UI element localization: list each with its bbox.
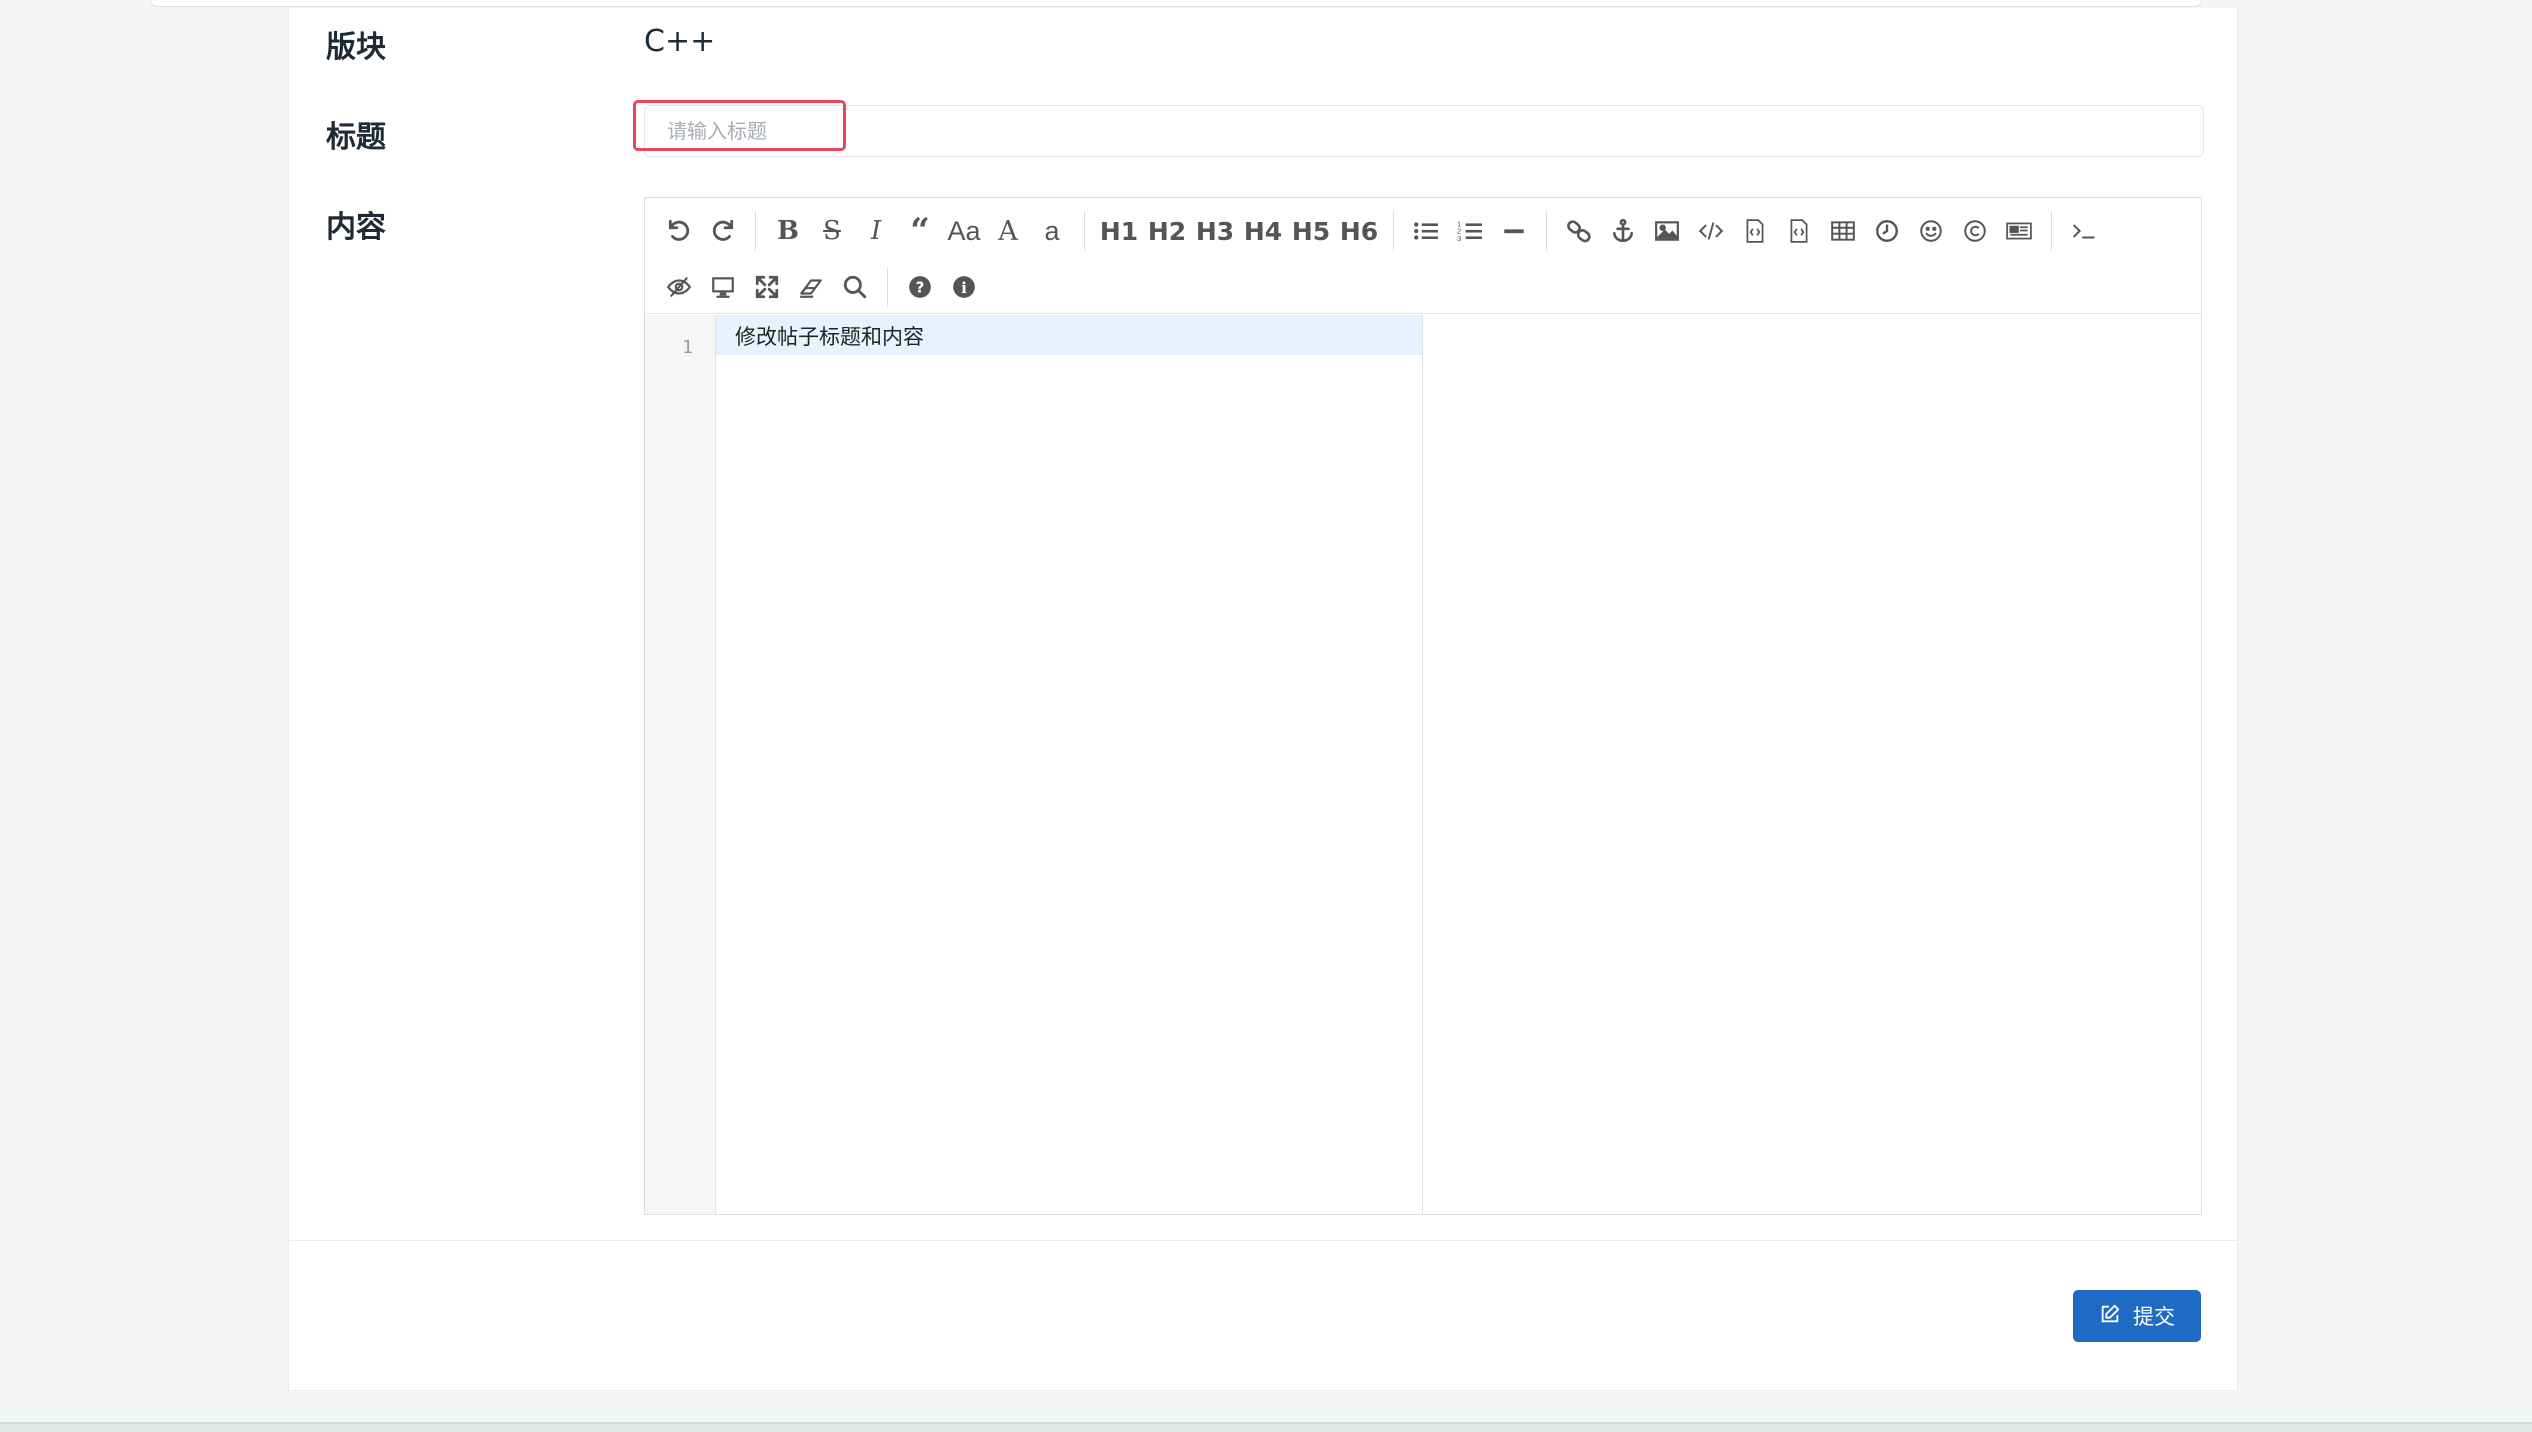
submit-button[interactable]: 提交	[2073, 1290, 2201, 1342]
terminal-icon[interactable]	[2062, 209, 2106, 253]
markdown-preview-pane	[1422, 315, 2201, 1214]
lowercase-icon[interactable]: a	[1030, 209, 1074, 253]
preformatted-code-icon[interactable]	[1777, 209, 1821, 253]
edit-icon	[2099, 1303, 2121, 1330]
bold-icon[interactable]: B	[766, 209, 810, 253]
h4-button[interactable]: H4	[1239, 209, 1287, 253]
ordered-list-icon[interactable]: 123	[1448, 209, 1492, 253]
info-icon[interactable]: i	[942, 265, 986, 309]
submit-label: 提交	[2133, 1305, 2175, 1329]
editor-toolbar: B S I “ Aa A a H1 H2 H3 H4 H5 H6 123 ? i	[645, 198, 2201, 314]
svg-text:?: ?	[916, 278, 925, 296]
svg-text:i: i	[961, 279, 967, 297]
editor-line-text[interactable]: 修改帖子标题和内容	[735, 321, 924, 351]
svg-text:3: 3	[1457, 234, 1461, 243]
h1-button[interactable]: H1	[1095, 209, 1143, 253]
h2-button[interactable]: H2	[1143, 209, 1191, 253]
board-label: 版块	[326, 30, 386, 65]
line-number: 1	[682, 337, 693, 358]
inline-code-icon[interactable]	[1689, 209, 1733, 253]
clear-icon[interactable]	[789, 265, 833, 309]
form-footer-divider	[289, 1240, 2237, 1241]
table-icon[interactable]	[1821, 209, 1865, 253]
image-icon[interactable]	[1645, 209, 1689, 253]
uppercase-icon[interactable]: A	[986, 209, 1030, 253]
italic-icon[interactable]: I	[854, 209, 898, 253]
horizontal-rule-icon[interactable]	[1492, 209, 1536, 253]
post-edit-form: 版块 C++ 标题 内容 B S I “ Aa A a H1	[288, 8, 2238, 1391]
code-block-icon[interactable]	[1733, 209, 1777, 253]
redo-icon[interactable]	[701, 209, 745, 253]
link-icon[interactable]	[1557, 209, 1601, 253]
undo-icon[interactable]	[657, 209, 701, 253]
anchor-icon[interactable]	[1601, 209, 1645, 253]
emoji-icon[interactable]	[1909, 209, 1953, 253]
markdown-input-pane[interactable]: 修改帖子标题和内容	[716, 315, 1422, 1214]
pagebreak-icon[interactable]	[1997, 209, 2041, 253]
quote-icon[interactable]: “	[898, 209, 942, 253]
content-label: 内容	[326, 210, 386, 245]
unordered-list-icon[interactable]	[1404, 209, 1448, 253]
hide-preview-icon[interactable]	[657, 265, 701, 309]
window-bottom-edge	[0, 1422, 2532, 1432]
title-label: 标题	[326, 120, 386, 155]
markdown-editor: B S I “ Aa A a H1 H2 H3 H4 H5 H6 123 ? i…	[644, 197, 2202, 1215]
strikethrough-icon[interactable]: S	[810, 209, 854, 253]
h6-button[interactable]: H6	[1335, 209, 1383, 253]
title-input[interactable]	[644, 105, 2204, 157]
h5-button[interactable]: H5	[1287, 209, 1335, 253]
html-entities-icon[interactable]	[1953, 209, 1997, 253]
board-value: C++	[644, 24, 716, 59]
uppercase-first-icon[interactable]: Aa	[942, 209, 986, 253]
watch-icon[interactable]	[701, 265, 745, 309]
fullscreen-icon[interactable]	[745, 265, 789, 309]
top-panel-edge	[150, 0, 2202, 7]
search-icon[interactable]	[833, 265, 877, 309]
h3-button[interactable]: H3	[1191, 209, 1239, 253]
help-icon[interactable]: ?	[898, 265, 942, 309]
line-number-gutter: 1	[645, 315, 716, 1214]
datetime-icon[interactable]	[1865, 209, 1909, 253]
